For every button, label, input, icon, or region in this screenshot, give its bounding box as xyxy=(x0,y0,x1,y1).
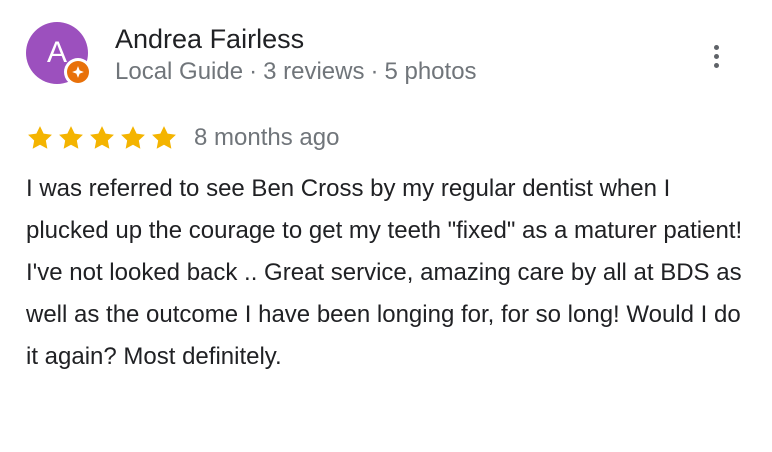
star-icon xyxy=(90,126,114,149)
author-review-count: 3 reviews xyxy=(263,58,365,85)
author-meta: Local Guide · 3 reviews · 5 photos xyxy=(115,57,477,87)
review-card: A Andrea Fairless Local Guide · 3 reviews ·… xyxy=(0,0,772,452)
badge-star-icon xyxy=(72,66,84,78)
author-name[interactable]: Andrea Fairless xyxy=(115,22,304,56)
meta-separator: · xyxy=(370,58,379,85)
author-photo-count: 5 photos xyxy=(384,58,477,85)
star-icon xyxy=(121,126,145,149)
review-text: I was referred to see Ben Cross by my re… xyxy=(26,175,743,370)
star-icon xyxy=(59,126,83,149)
author-role: Local Guide xyxy=(115,58,244,85)
more-options-button[interactable] xyxy=(700,38,732,74)
star-rating xyxy=(26,124,178,152)
more-vert-icon xyxy=(713,44,719,50)
star-icon xyxy=(28,126,52,149)
local-guide-badge-icon xyxy=(64,58,92,86)
review-date: 8 months ago xyxy=(194,124,340,151)
meta-separator: · xyxy=(249,58,258,85)
rating-row: 8 months ago xyxy=(26,121,339,155)
more-vert-icon-dot xyxy=(713,53,719,59)
more-vert-icon-dot xyxy=(713,62,719,68)
avatar-initial: A xyxy=(46,36,67,69)
star-icon xyxy=(152,126,176,149)
